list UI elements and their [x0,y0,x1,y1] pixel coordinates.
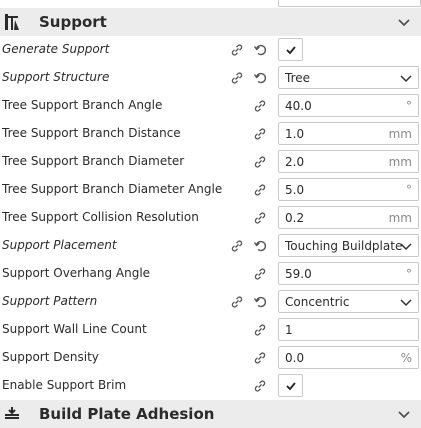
chevron-down-icon [400,243,412,251]
setting-value: Touching Buildplate [285,239,403,253]
setting-label: Tree Support Collision Resolution [2,210,199,224]
setting-row-support-wall-line-count: Support Wall Line Count 1 [0,316,421,344]
setting-row-tree-support-branch-angle: Tree Support Branch Angle 40.0 ° [0,92,421,120]
reset-icon[interactable] [253,71,267,85]
chevron-down-icon[interactable] [397,407,411,421]
previous-setting-remnant [0,0,421,7]
setting-input[interactable]: 59.0 ° [278,262,419,285]
section-title: Support [39,13,107,31]
setting-unit: mm [388,211,412,225]
setting-row-support-overhang-angle: Support Overhang Angle 59.0 ° [0,260,421,288]
setting-label: Support Placement [2,238,117,252]
setting-unit: ° [406,183,412,197]
setting-value: 1.0 [285,127,305,141]
setting-value: 2.0 [285,155,305,169]
setting-input[interactable]: 1.0 mm [278,122,419,145]
setting-row-support-placement: Support Placement Touching Buildplate [0,232,421,260]
setting-label: Support Density [2,350,99,364]
section-title-build-plate-adhesion: Build Plate Adhesion [39,405,215,423]
setting-select[interactable]: Tree [278,66,419,89]
setting-row-support-density: Support Density 0.0% [0,344,421,372]
setting-value: 0.2 [285,211,305,225]
setting-input[interactable]: 0.0% [278,346,419,369]
setting-value: 40.0 [285,99,312,113]
setting-unit: ° [406,99,412,113]
setting-row-tree-support-branch-diameter: Tree Support Branch Diameter 2.0 mm [0,148,421,176]
setting-value: Concentric [285,295,350,309]
reset-icon[interactable] [253,43,267,57]
setting-input[interactable]: 0.2 mm [278,206,419,229]
setting-row-tree-support-collision-resolution: Tree Support Collision Resolution 0.2 mm [0,204,421,232]
link-icon[interactable] [230,239,244,253]
previous-field-remnant [278,0,421,7]
section-header-support[interactable]: Support [0,8,421,36]
setting-checkbox[interactable] [278,374,303,397]
setting-row-support-pattern: Support Pattern Concentric [0,288,421,316]
setting-checkbox[interactable] [278,38,303,61]
link-icon[interactable] [253,351,267,365]
setting-label: Tree Support Branch Diameter Angle [2,182,223,196]
link-icon[interactable] [230,43,244,57]
check-icon [286,46,296,55]
setting-select[interactable]: Concentric [278,290,419,313]
chevron-down-icon [400,299,412,307]
setting-unit: mm [388,155,412,169]
setting-value: Tree [285,71,311,85]
link-icon[interactable] [253,379,267,393]
setting-unit: % [400,351,412,365]
link-icon[interactable] [230,71,244,85]
setting-label: Generate Support [2,42,110,56]
setting-label: Tree Support Branch Distance [2,126,181,140]
check-icon [286,382,296,391]
setting-unit: ° [406,267,412,281]
support-icon [5,14,19,30]
link-icon[interactable] [253,155,267,169]
setting-value: 5.0 [285,183,305,197]
build-plate-adhesion-icon [5,407,19,419]
setting-select[interactable]: Touching Buildplate [278,234,419,257]
link-icon[interactable] [253,267,267,281]
setting-row-generate-support: Generate Support [0,36,421,64]
reset-icon[interactable] [253,239,267,253]
setting-label: Support Structure [2,70,110,84]
setting-value: 1 [285,323,293,337]
section-header-build-plate-adhesion[interactable]: Build Plate Adhesion [0,400,421,428]
setting-value: 0.0 [285,351,305,365]
link-icon[interactable] [253,323,267,337]
setting-label: Support Overhang Angle [2,266,151,280]
setting-input[interactable]: 2.0 mm [278,150,419,173]
reset-icon[interactable] [253,295,267,309]
setting-label: Support Wall Line Count [2,322,147,336]
link-icon[interactable] [253,183,267,197]
setting-input[interactable]: 40.0 ° [278,94,419,117]
setting-row-tree-support-branch-diameter-angle: Tree Support Branch Diameter Angle 5.0 ° [0,176,421,204]
link-icon[interactable] [230,295,244,309]
setting-row-support-structure: Support Structure Tree [0,64,421,92]
setting-unit: mm [388,127,412,141]
setting-input[interactable]: 1 [278,318,419,341]
setting-value: 59.0 [285,267,312,281]
setting-label: Support Pattern [2,294,98,308]
setting-label: Enable Support Brim [2,378,127,392]
link-icon[interactable] [253,211,267,225]
setting-row-tree-support-branch-distance: Tree Support Branch Distance 1.0 mm [0,120,421,148]
setting-input[interactable]: 5.0 ° [278,178,419,201]
link-icon[interactable] [253,127,267,141]
chevron-down-icon[interactable] [397,15,411,29]
setting-label: Tree Support Branch Angle [2,98,163,112]
link-icon[interactable] [253,99,267,113]
setting-label: Tree Support Branch Diameter [2,154,185,168]
setting-row-enable-support-brim: Enable Support Brim [0,372,421,400]
chevron-down-icon [400,75,412,83]
